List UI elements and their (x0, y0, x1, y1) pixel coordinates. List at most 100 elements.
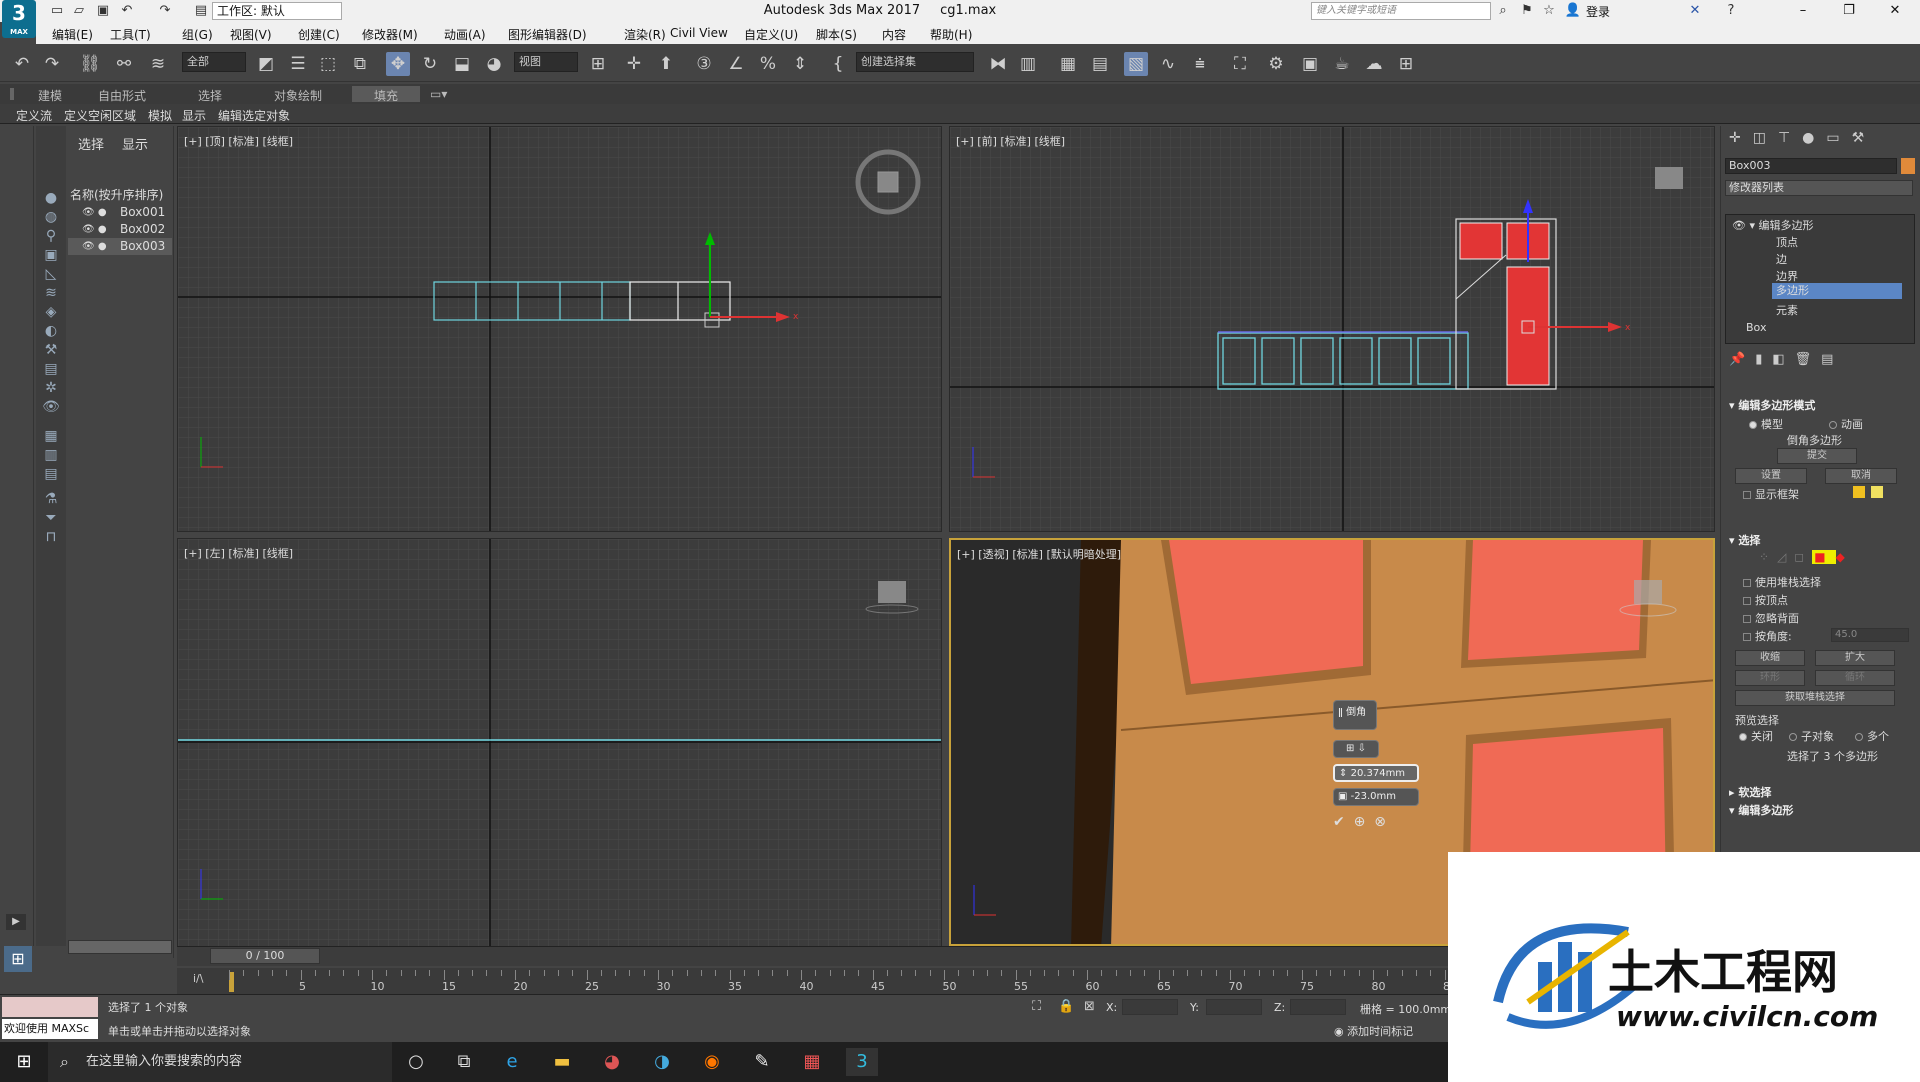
display-groups-icon[interactable]: ◈ (41, 302, 61, 322)
stack-item-vertex[interactable]: 顶点 (1776, 234, 1798, 250)
stack-item-edit-poly[interactable]: 👁 ▾ 编辑多边形 (1732, 217, 1813, 233)
display-helpers-icon[interactable]: ◺ (41, 264, 61, 284)
rollout-selection[interactable]: ▾ 选择 (1729, 532, 1760, 548)
move-icon[interactable]: ✥ (386, 52, 410, 76)
edge-mode-icon[interactable]: ◿ (1777, 550, 1794, 564)
rollout-edit-polygons[interactable]: ▾ 编辑多边形 (1729, 802, 1793, 818)
scene-object-row[interactable]: 👁 ● Box002 (68, 221, 172, 238)
ribbon-tab[interactable]: 自由形式 (98, 87, 146, 104)
grow-button[interactable]: 扩大 (1815, 650, 1895, 666)
viewport-layout-icon[interactable]: ⊞ (4, 946, 32, 972)
menu-item[interactable]: 脚本(S) (816, 26, 857, 43)
apply-continue-icon[interactable]: ⊕ (1354, 814, 1366, 830)
menu-item[interactable]: 帮助(H) (930, 26, 972, 43)
rotate-icon[interactable]: ↻ (418, 52, 442, 76)
element-mode-icon[interactable]: ◆ (1836, 550, 1853, 564)
redo-icon[interactable]: ↷ (156, 2, 174, 20)
radio-animate[interactable]: 动画 (1829, 416, 1863, 432)
bevel-type-dropdown[interactable]: ⊞ ⇩ (1333, 740, 1379, 758)
signal-icon[interactable]: ⚑ (1518, 2, 1536, 20)
display-bones-icon[interactable]: ⚒ (41, 340, 61, 360)
reference-coord-dropdown[interactable]: 视图 (514, 52, 578, 72)
render-icon[interactable]: ☕ (1330, 52, 1354, 76)
autodesk-x-icon[interactable]: ✕ (1686, 2, 1704, 20)
hierarchy-icon[interactable]: ▥ (41, 445, 61, 465)
taskbar-search[interactable]: 在这里输入你要搜索的内容 (48, 1042, 392, 1082)
3dsmax-taskbar-icon[interactable]: 3 (846, 1048, 878, 1076)
vertex-mode-icon[interactable]: ⁘ (1759, 550, 1777, 564)
border-mode-icon[interactable]: ◻ (1794, 550, 1812, 564)
make-unique-icon[interactable]: ◧ (1772, 352, 1794, 367)
time-slider[interactable]: 0 / 100 (210, 948, 320, 964)
use-stack-checkbox[interactable]: 使用堆栈选择 (1743, 574, 1821, 590)
visibility-icon[interactable]: 👁 ● (82, 238, 107, 255)
snap-toggle-icon[interactable]: ③ (692, 52, 716, 76)
scale-icon[interactable]: ⬓ (450, 52, 474, 76)
pin-stack-icon[interactable]: 📌 (1729, 352, 1755, 367)
preview-off-radio[interactable]: 关闭 (1739, 728, 1773, 744)
cortana-icon[interactable]: ○ (400, 1048, 432, 1076)
help-icon[interactable]: ? (1722, 2, 1740, 20)
ribbon-subtab[interactable]: 显示 (182, 107, 206, 124)
menu-item[interactable]: 编辑(E) (52, 26, 93, 43)
absolute-mode-icon[interactable]: ⊠ (1084, 999, 1095, 1014)
object-color-swatch[interactable] (1901, 158, 1915, 174)
ring-button[interactable]: 环形 (1735, 670, 1805, 686)
menu-item[interactable]: 工具(T) (110, 26, 151, 43)
rect-select-icon[interactable]: ⬚ (316, 52, 340, 76)
show-end-result-icon[interactable]: ▮ (1755, 352, 1772, 367)
curve-editor-icon[interactable]: ∿ (1156, 52, 1180, 76)
ribbon-subtab[interactable]: 编辑选定对象 (218, 107, 290, 124)
menu-item[interactable]: 动画(A) (444, 26, 486, 43)
project-icon[interactable]: ▤ (192, 2, 210, 20)
menu-item[interactable]: 组(G) (182, 26, 213, 43)
expand-arrow-icon[interactable]: ▶ (6, 914, 26, 930)
display-frozen-icon[interactable]: 👁 (41, 397, 61, 417)
place-icon[interactable]: ◕ (482, 52, 506, 76)
ribbon-tab[interactable]: 建模 (38, 87, 62, 104)
modify-tab-icon[interactable]: ◫ (1753, 130, 1778, 146)
cage-color-swatch[interactable] (1853, 486, 1865, 498)
select-object-icon[interactable]: ◩ (254, 52, 278, 76)
list-icon[interactable]: ▤ (41, 464, 61, 484)
align-icon[interactable]: ▥ (1016, 52, 1040, 76)
stack-item-polygon[interactable]: 多边形 (1772, 283, 1902, 299)
select-manipulate-icon[interactable]: ✛ (622, 52, 646, 76)
create-tab-icon[interactable]: ✛ (1729, 130, 1753, 146)
bevel-outline-spinner[interactable]: ▣ -23.0mm (1333, 788, 1419, 806)
scene-object-row[interactable]: 👁 ● Box003 (68, 238, 172, 255)
menu-item[interactable]: 图形编辑器(D) (508, 26, 587, 43)
isolate-selection-icon[interactable]: ⛶ (1032, 999, 1041, 1014)
utilities-tab-icon[interactable]: ⚒ (1852, 130, 1877, 146)
z-coord-field[interactable] (1290, 999, 1346, 1015)
ribbon-subtab[interactable]: 模拟 (148, 107, 172, 124)
pivot-icon[interactable]: ⊞ (586, 52, 610, 76)
rendered-frame-icon[interactable]: ▣ (1298, 52, 1322, 76)
modifier-list-dropdown[interactable]: 修改器列表 (1725, 180, 1913, 196)
viewport-front[interactable]: [+] [前] [标准] [线框] x (949, 126, 1715, 532)
task-view-icon[interactable]: ⧉ (448, 1048, 480, 1076)
horizontal-scrollbar[interactable] (68, 940, 172, 954)
cancel-button[interactable]: 取消 (1825, 468, 1897, 484)
layer-explorer-icon[interactable]: ▦ (1056, 52, 1080, 76)
edit-named-selection-icon[interactable]: { (826, 52, 850, 76)
selection-lock-icon[interactable]: 🔒 (1058, 999, 1074, 1014)
get-stack-selection-button[interactable]: 获取堆栈选择 (1735, 690, 1895, 706)
menu-item[interactable]: 修改器(M) (362, 26, 418, 43)
mirror-icon[interactable]: ⧓ (986, 52, 1010, 76)
file-explorer-icon[interactable]: ▬ (546, 1048, 578, 1076)
ribbon-tab[interactable]: 对象绘制 (274, 87, 322, 104)
undo-icon[interactable]: ↶ (118, 2, 136, 20)
unlink-icon[interactable]: ⚯ (112, 52, 136, 76)
display-containers-icon[interactable]: ▤ (41, 359, 61, 379)
selection-filter-dropdown[interactable]: 全部 (182, 52, 246, 72)
firefox-icon[interactable]: ◉ (696, 1048, 728, 1076)
ribbon-tab[interactable]: 填充 (374, 87, 398, 104)
angle-spinner[interactable]: 45.0 (1831, 628, 1909, 642)
configure-sets-icon[interactable]: ▤ (1821, 352, 1843, 367)
rollout-soft-selection[interactable]: ▸ 软选择 (1729, 784, 1771, 800)
visibility-icon[interactable]: 👁 ● (82, 221, 107, 238)
ignore-backfacing-checkbox[interactable]: 忽略背面 (1743, 610, 1799, 626)
sort-icon[interactable]: ⊓ (41, 527, 61, 547)
display-cameras-icon[interactable]: ▣ (41, 245, 61, 265)
